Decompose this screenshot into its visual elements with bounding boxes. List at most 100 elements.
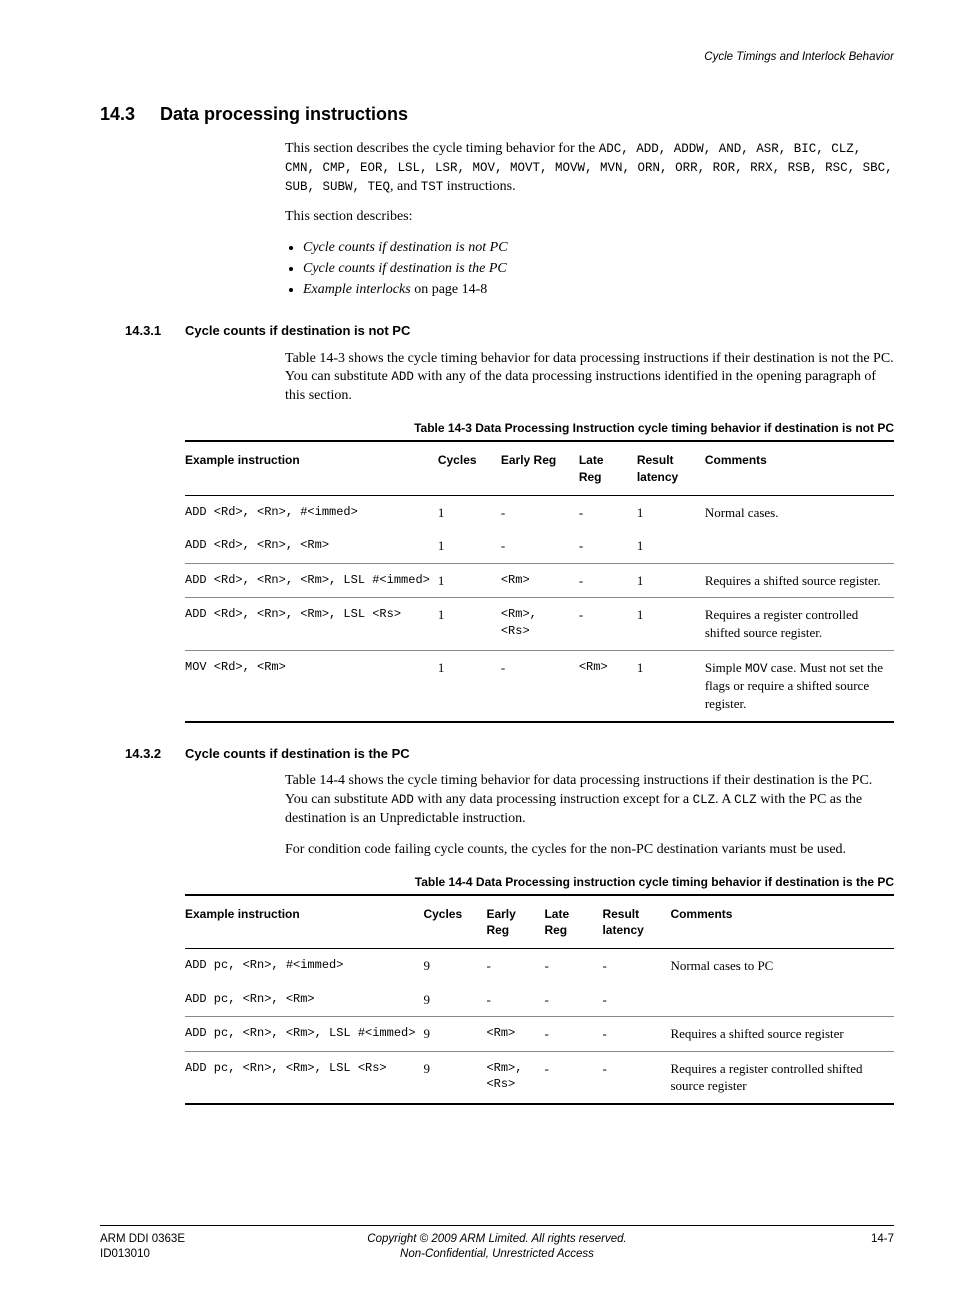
subsection-number: 14.3.1 bbox=[125, 322, 185, 340]
running-header: Cycle Timings and Interlock Behavior bbox=[100, 50, 894, 66]
cell-comment: Requires a shifted source register. bbox=[705, 563, 894, 598]
cell-res: 1 bbox=[637, 529, 705, 563]
col-comments: Comments bbox=[705, 441, 894, 495]
bullet-tail: on page 14-8 bbox=[411, 282, 488, 297]
col-comments: Comments bbox=[670, 895, 894, 949]
cell-cycles: 9 bbox=[423, 1051, 486, 1104]
cell-res: - bbox=[602, 949, 670, 983]
cell-res: - bbox=[602, 983, 670, 1017]
cell-inst: ADD <Rd>, <Rn>, <Rm> bbox=[185, 529, 438, 563]
table-row: ADD pc, <Rn>, <Rm>, LSL #<immed> 9 <Rm> … bbox=[185, 1017, 894, 1052]
t: with any data processing instruction exc… bbox=[414, 792, 693, 807]
cell-inst: ADD pc, <Rn>, #<immed> bbox=[185, 949, 423, 983]
cell-res: 1 bbox=[637, 598, 705, 650]
col-late: Late Reg bbox=[544, 895, 602, 949]
section-heading: 14.3 Data processing instructions bbox=[100, 102, 894, 126]
cell-cycles: 1 bbox=[438, 650, 501, 721]
cell-inst: ADD pc, <Rn>, <Rm>, LSL #<immed> bbox=[185, 1017, 423, 1052]
cell-comment: Requires a register controlled shifted s… bbox=[705, 598, 894, 650]
footer-doc-id: ARM DDI 0363E bbox=[100, 1232, 240, 1248]
cell-cycles: 9 bbox=[423, 1017, 486, 1052]
cell-late: - bbox=[544, 983, 602, 1017]
footer-left: ARM DDI 0363E ID013010 bbox=[100, 1232, 240, 1263]
cell-inst: ADD pc, <Rn>, <Rm> bbox=[185, 983, 423, 1017]
footer-class: Non-Confidential, Unrestricted Access bbox=[240, 1247, 754, 1263]
col-early: Early Reg bbox=[501, 441, 579, 495]
intro-text-b: , and bbox=[390, 179, 421, 194]
table-row: MOV <Rd>, <Rm> 1 - <Rm> 1 Simple MOV cas… bbox=[185, 650, 894, 721]
cell-res: - bbox=[602, 1051, 670, 1104]
sub2-para2: For condition code failing cycle counts,… bbox=[285, 841, 894, 860]
table-row: ADD <Rd>, <Rn>, <Rm>, LSL #<immed> 1 <Rm… bbox=[185, 563, 894, 598]
cell-comment: Requires a shifted source register bbox=[670, 1017, 894, 1052]
intro-instr-last: TST bbox=[421, 180, 444, 194]
cell-cycles: 1 bbox=[438, 495, 501, 529]
col-result: Result latency bbox=[637, 441, 705, 495]
section-body: This section describes the cycle timing … bbox=[285, 140, 894, 300]
table-14-3: Example instruction Cycles Early Reg Lat… bbox=[185, 440, 894, 722]
intro-text-c: instructions. bbox=[443, 179, 515, 194]
cell-late: - bbox=[544, 1017, 602, 1052]
bullet-text: Example interlocks bbox=[303, 282, 411, 297]
subsection-title: Cycle counts if destination is not PC bbox=[185, 322, 410, 340]
bullet-text: Cycle counts if destination is not PC bbox=[303, 240, 508, 255]
bullet-item: Cycle counts if destination is the PC bbox=[303, 260, 894, 279]
subsection-heading: 14.3.2 Cycle counts if destination is th… bbox=[100, 745, 894, 763]
cell-res: 1 bbox=[637, 495, 705, 529]
table-14-4: Example instruction Cycles Early Reg Lat… bbox=[185, 894, 894, 1105]
subsection-body: Table 14-4 shows the cycle timing behavi… bbox=[285, 772, 894, 860]
cell-late: - bbox=[579, 563, 637, 598]
intro-text-a: This section describes the cycle timing … bbox=[285, 141, 599, 156]
cell-cycles: 1 bbox=[438, 598, 501, 650]
bullet-item: Example interlocks on page 14-8 bbox=[303, 281, 894, 300]
cell-late: - bbox=[579, 495, 637, 529]
col-early: Early Reg bbox=[486, 895, 544, 949]
cell-res: - bbox=[602, 1017, 670, 1052]
cell-early: - bbox=[486, 983, 544, 1017]
cell-late: - bbox=[579, 598, 637, 650]
table-14-3-caption: Table 14-3 Data Processing Instruction c… bbox=[100, 420, 894, 436]
cell-cycles: 9 bbox=[423, 983, 486, 1017]
cell-comment: Requires a register controlled shifted s… bbox=[670, 1051, 894, 1104]
c-pre: Simple bbox=[705, 660, 745, 675]
cell-early: - bbox=[501, 495, 579, 529]
table-row: ADD <Rd>, <Rn>, <Rm>, LSL <Rs> 1 <Rm>, <… bbox=[185, 598, 894, 650]
cell-cycles: 1 bbox=[438, 529, 501, 563]
col-result: Result latency bbox=[602, 895, 670, 949]
table-row: ADD <Rd>, <Rn>, #<immed> 1 - - 1 Normal … bbox=[185, 495, 894, 529]
cell-early: <Rm>, <Rs> bbox=[486, 1051, 544, 1104]
col-late: Late Reg bbox=[579, 441, 637, 495]
cell-late: <Rm> bbox=[579, 650, 637, 721]
subsection-number: 14.3.2 bbox=[125, 745, 185, 763]
subsection-body: Table 14-3 shows the cycle timing behavi… bbox=[285, 350, 894, 407]
m: CLZ bbox=[693, 793, 716, 807]
section-title: Data processing instructions bbox=[160, 102, 408, 126]
describes-label: This section describes: bbox=[285, 208, 894, 227]
cell-early: - bbox=[501, 529, 579, 563]
section-number: 14.3 bbox=[100, 102, 160, 126]
subsection-title: Cycle counts if destination is the PC bbox=[185, 745, 410, 763]
footer-page-num: 14-7 bbox=[754, 1232, 894, 1248]
cell-early: - bbox=[501, 650, 579, 721]
cell-late: - bbox=[579, 529, 637, 563]
m: CLZ bbox=[734, 793, 757, 807]
cell-inst: ADD <Rd>, <Rn>, <Rm>, LSL #<immed> bbox=[185, 563, 438, 598]
table-header-row: Example instruction Cycles Early Reg Lat… bbox=[185, 895, 894, 949]
cell-early: <Rm> bbox=[486, 1017, 544, 1052]
footer-copyright: Copyright © 2009 ARM Limited. All rights… bbox=[240, 1232, 754, 1248]
cell-comment: Normal cases. bbox=[705, 495, 894, 563]
sub1-mono: ADD bbox=[391, 370, 414, 384]
col-cycles: Cycles bbox=[423, 895, 486, 949]
bullet-text: Cycle counts if destination is the PC bbox=[303, 261, 507, 276]
t: . A bbox=[715, 792, 734, 807]
cell-inst: MOV <Rd>, <Rm> bbox=[185, 650, 438, 721]
cell-cycles: 9 bbox=[423, 949, 486, 983]
sub2-para1: Table 14-4 shows the cycle timing behavi… bbox=[285, 772, 894, 829]
cell-inst: ADD <Rd>, <Rn>, #<immed> bbox=[185, 495, 438, 529]
cell-inst: ADD pc, <Rn>, <Rm>, LSL <Rs> bbox=[185, 1051, 423, 1104]
table-row: ADD pc, <Rn>, #<immed> 9 - - - Normal ca… bbox=[185, 949, 894, 983]
cell-comment: Simple MOV case. Must not set the flags … bbox=[705, 650, 894, 721]
cell-late: - bbox=[544, 949, 602, 983]
cell-res: 1 bbox=[637, 650, 705, 721]
col-cycles: Cycles bbox=[438, 441, 501, 495]
